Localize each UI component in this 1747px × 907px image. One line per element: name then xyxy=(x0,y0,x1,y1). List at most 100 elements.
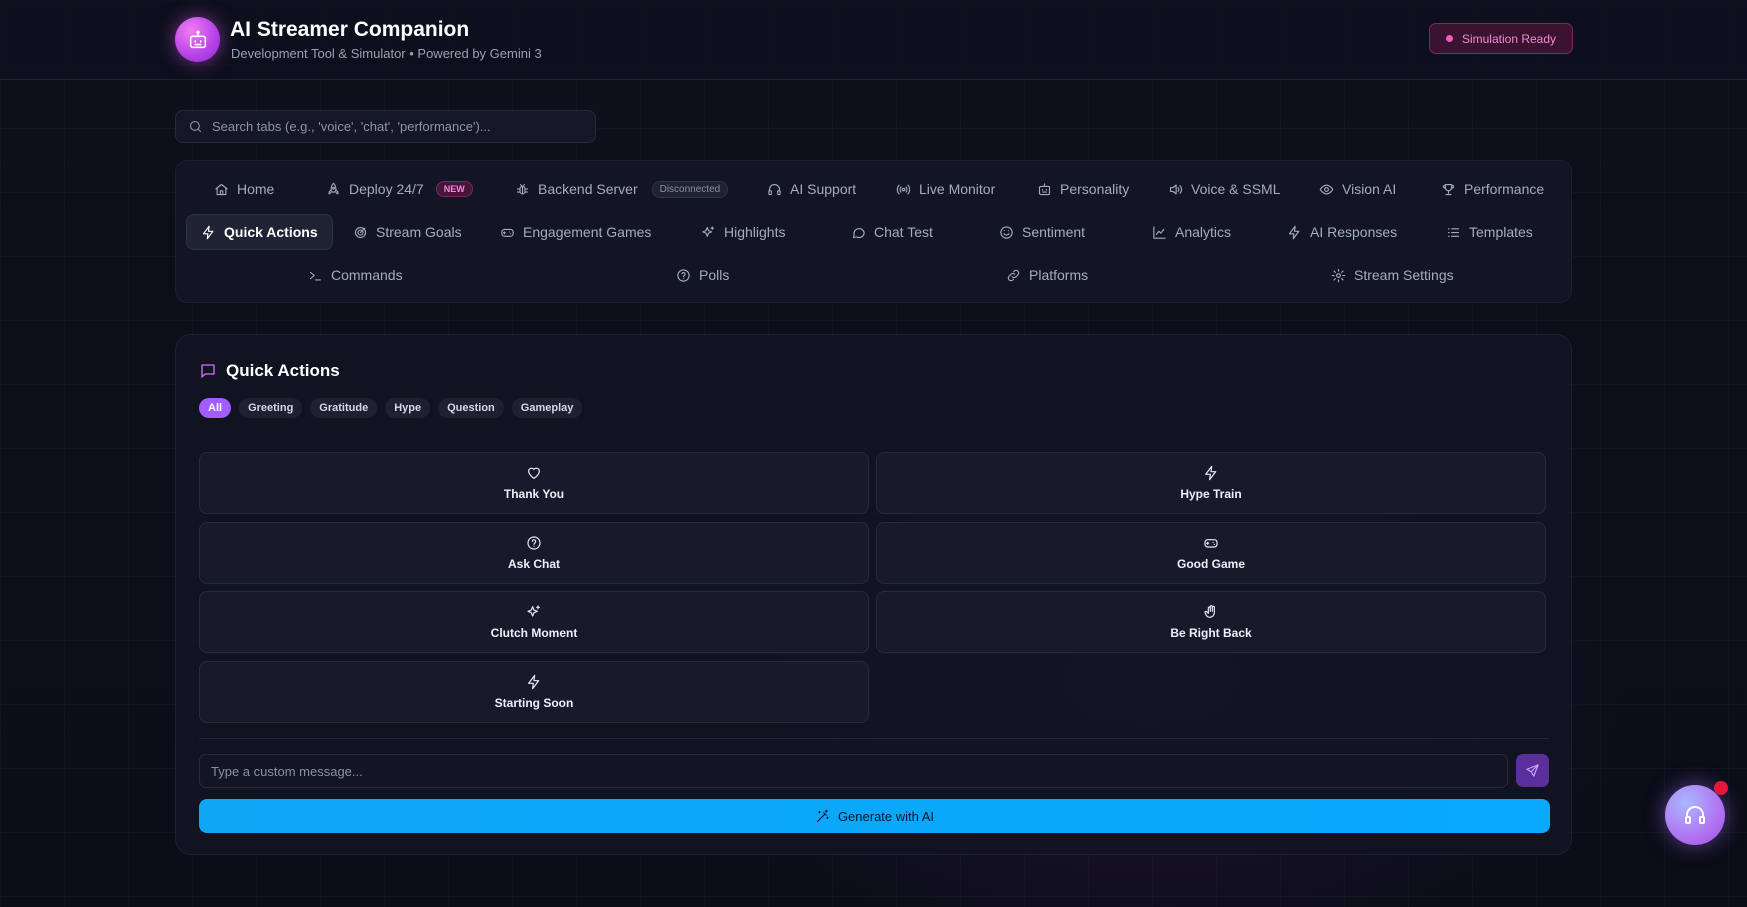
action-clutch-moment[interactable]: Clutch Moment xyxy=(199,591,869,653)
app-subtitle: Development Tool & Simulator • Powered b… xyxy=(231,46,542,61)
tab-ai-support[interactable]: AI Support xyxy=(767,171,856,207)
custom-message-input[interactable] xyxy=(199,754,1508,788)
panel-title: Quick Actions xyxy=(199,361,340,381)
support-chat-button[interactable] xyxy=(1665,785,1725,845)
status-badge: Simulation Ready xyxy=(1429,23,1573,54)
send-button[interactable] xyxy=(1516,754,1549,787)
tab-navigation: Home Deploy 24/7 NEW Backend Server Disc… xyxy=(175,160,1572,303)
tab-sentiment[interactable]: Sentiment xyxy=(999,214,1085,250)
search-input[interactable] xyxy=(212,119,595,134)
tab-backend-server[interactable]: Backend Server Disconnected xyxy=(515,171,729,207)
category-filters: All Greeting Gratitude Hype Question Gam… xyxy=(199,398,583,418)
action-label: Thank You xyxy=(503,487,565,501)
tab-performance[interactable]: Performance xyxy=(1441,171,1544,207)
action-hype-train[interactable]: Hype Train xyxy=(876,452,1546,514)
hand-icon xyxy=(1203,604,1219,620)
tab-platforms[interactable]: Platforms xyxy=(1006,257,1088,293)
tab-label: AI Support xyxy=(790,181,857,197)
tab-personality[interactable]: Personality xyxy=(1037,171,1129,207)
generate-label: Generate with AI xyxy=(837,808,935,824)
line-chart-icon xyxy=(1152,225,1167,240)
tab-label: Backend Server xyxy=(538,181,638,197)
tab-label: Chat Test xyxy=(874,224,933,240)
generate-with-ai-button[interactable]: Generate with AI xyxy=(199,799,1550,833)
tab-ai-responses[interactable]: AI Responses xyxy=(1287,214,1397,250)
tab-label: Platforms xyxy=(1029,267,1089,283)
tab-home[interactable]: Home xyxy=(214,171,274,207)
bot-icon xyxy=(1037,182,1052,197)
gear-icon xyxy=(1331,268,1346,283)
tab-highlights[interactable]: Highlights xyxy=(701,214,785,250)
gamepad-icon xyxy=(1203,535,1219,551)
tab-label: Personality xyxy=(1060,181,1130,197)
tab-label: Sentiment xyxy=(1022,224,1086,240)
tab-live-monitor[interactable]: Live Monitor xyxy=(896,171,995,207)
filter-gratitude[interactable]: Gratitude xyxy=(310,398,378,418)
search-icon xyxy=(188,119,203,134)
filter-question[interactable]: Question xyxy=(438,398,504,418)
action-label: Ask Chat xyxy=(507,557,560,571)
filter-gameplay[interactable]: Gameplay xyxy=(511,398,583,418)
connection-badge: Disconnected xyxy=(651,180,729,198)
action-starting-soon[interactable]: Starting Soon xyxy=(199,661,869,723)
tab-commands[interactable]: Commands xyxy=(308,257,403,293)
tab-search xyxy=(175,110,596,143)
tab-label: Live Monitor xyxy=(919,181,996,197)
tab-templates[interactable]: Templates xyxy=(1446,214,1533,250)
tab-polls[interactable]: Polls xyxy=(676,257,729,293)
filter-hype[interactable]: Hype xyxy=(385,398,431,418)
robot-logo-icon xyxy=(175,17,220,62)
action-ask-chat[interactable]: Ask Chat xyxy=(199,522,869,584)
tab-stream-goals[interactable]: Stream Goals xyxy=(353,214,462,250)
tab-label: Vision AI xyxy=(1342,181,1397,197)
action-label: Starting Soon xyxy=(494,696,574,710)
gamepad-icon xyxy=(500,225,515,240)
tab-label: AI Responses xyxy=(1310,224,1398,240)
tab-label: Stream Settings xyxy=(1354,267,1454,283)
action-label: Hype Train xyxy=(1180,487,1242,501)
quick-actions-panel: Quick Actions All Greeting Gratitude Hyp… xyxy=(175,334,1572,855)
sparkles-icon xyxy=(701,225,716,240)
smile-icon xyxy=(999,225,1014,240)
message-square-icon xyxy=(199,362,217,380)
tab-chat-test[interactable]: Chat Test xyxy=(851,214,933,250)
target-icon xyxy=(353,225,368,240)
tab-label: Analytics xyxy=(1175,224,1232,240)
action-label: Be Right Back xyxy=(1170,626,1252,640)
tab-label: Templates xyxy=(1469,224,1533,240)
tab-deploy[interactable]: Deploy 24/7 NEW xyxy=(326,171,473,207)
zap-icon xyxy=(1203,465,1219,481)
tab-quick-actions[interactable]: Quick Actions xyxy=(186,214,333,250)
send-icon xyxy=(1525,763,1540,778)
home-icon xyxy=(214,182,229,197)
zap-icon xyxy=(526,674,542,690)
sparkles-icon xyxy=(526,604,542,620)
link-icon xyxy=(1006,268,1021,283)
tab-label: Performance xyxy=(1464,181,1545,197)
action-be-right-back[interactable]: Be Right Back xyxy=(876,591,1546,653)
tab-stream-settings[interactable]: Stream Settings xyxy=(1331,257,1454,293)
new-badge: NEW xyxy=(435,181,473,197)
tab-label: Home xyxy=(237,181,275,197)
action-good-game[interactable]: Good Game xyxy=(876,522,1546,584)
bug-icon xyxy=(515,182,530,197)
tab-label: Engagement Games xyxy=(523,224,652,240)
list-icon xyxy=(1446,225,1461,240)
tab-label: Commands xyxy=(331,267,403,283)
chat-bubble-icon xyxy=(851,225,866,240)
magic-wand-icon xyxy=(815,809,830,824)
tab-engagement-games[interactable]: Engagement Games xyxy=(500,214,651,250)
filter-all[interactable]: All xyxy=(199,398,232,418)
notification-dot xyxy=(1714,781,1728,795)
tab-voice-ssml[interactable]: Voice & SSML xyxy=(1168,171,1281,207)
filter-greeting[interactable]: Greeting xyxy=(239,398,303,418)
action-thank-you[interactable]: Thank You xyxy=(199,452,869,514)
tab-analytics[interactable]: Analytics xyxy=(1152,214,1231,250)
eye-icon xyxy=(1319,182,1334,197)
heart-icon xyxy=(526,465,542,481)
app-title: AI Streamer Companion xyxy=(230,18,470,41)
question-circle-icon xyxy=(526,535,542,551)
tab-vision-ai[interactable]: Vision AI xyxy=(1319,171,1396,207)
action-label: Clutch Moment xyxy=(490,626,578,640)
headset-icon xyxy=(1683,803,1707,827)
